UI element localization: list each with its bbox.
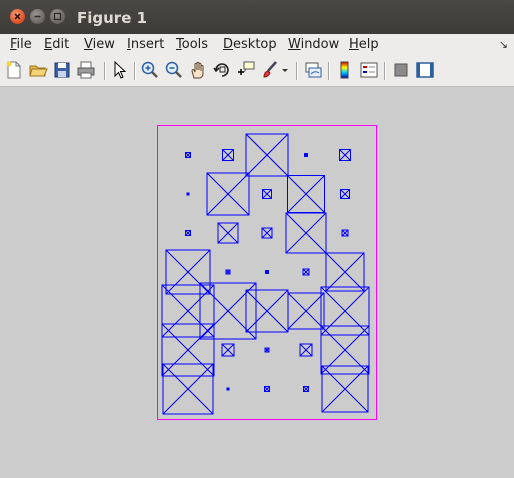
toolbar-separator: [384, 62, 386, 80]
crossed-box-marker: [321, 365, 369, 413]
dock-figure-icon[interactable]: ↘: [499, 38, 508, 51]
hide-plot-tools-icon[interactable]: [391, 60, 411, 80]
menu-label-rest: iew: [92, 37, 115, 52]
crossed-box-marker: [165, 249, 211, 295]
crossed-box-marker: [303, 386, 309, 392]
crossed-box-marker: [339, 149, 351, 161]
menu-label-rest: dit: [52, 37, 70, 52]
brush-icon[interactable]: [260, 60, 280, 80]
toolbar-separator: [328, 62, 330, 80]
crossed-box-marker: [206, 172, 250, 216]
toolbar-separator: [134, 62, 136, 80]
menu-label-rest: esktop: [233, 37, 277, 52]
menu-mnemonic: W: [288, 37, 301, 52]
pan-hand-icon[interactable]: [188, 60, 208, 80]
crossed-box-marker: [264, 386, 270, 392]
crossed-box-marker: [287, 292, 325, 330]
menu-window[interactable]: Window: [288, 37, 339, 52]
crossed-box-marker: [221, 343, 235, 357]
crossed-box-marker: [320, 325, 370, 375]
rotate-3d-icon[interactable]: [212, 60, 232, 80]
close-window-button[interactable]: [10, 9, 25, 24]
colorbar-icon[interactable]: [335, 60, 355, 80]
crossed-box-marker: [161, 284, 215, 338]
menu-mnemonic: D: [223, 37, 234, 52]
brush-dropdown-icon[interactable]: [280, 60, 290, 80]
crossed-box-marker: [340, 189, 350, 199]
new-figure-icon[interactable]: [4, 60, 24, 80]
minimize-icon: [34, 15, 41, 18]
crossed-box-marker: [217, 222, 239, 244]
maximize-icon: [53, 12, 62, 21]
crossed-box-marker: [226, 387, 230, 391]
print-icon[interactable]: [76, 60, 96, 80]
menu-label-rest: ile: [16, 37, 32, 52]
menu-label-rest: ools: [181, 37, 209, 52]
zoom-out-icon[interactable]: [164, 60, 184, 80]
crossed-box-marker: [245, 133, 289, 177]
crossed-box-marker: [325, 252, 365, 292]
open-file-icon[interactable]: [28, 60, 48, 80]
toolbar-separator: [296, 62, 298, 80]
crossed-box-marker: [222, 149, 234, 161]
crossed-box-marker: [299, 343, 313, 357]
legend-icon[interactable]: [359, 60, 379, 80]
menu-help[interactable]: Help: [349, 37, 379, 52]
minimize-window-button[interactable]: [30, 9, 45, 24]
menu-file[interactable]: File: [10, 37, 32, 52]
crossed-box-marker: [287, 175, 325, 213]
show-plot-tools-icon[interactable]: [415, 60, 435, 80]
crossed-box-marker: [185, 152, 191, 158]
crossed-box-marker: [304, 153, 308, 157]
data-cursor-icon[interactable]: [236, 60, 256, 80]
crossed-box-marker: [186, 192, 190, 196]
crossed-box-marker: [302, 268, 310, 276]
menu-insert[interactable]: Insert: [127, 37, 164, 52]
crossed-box-marker: [264, 347, 270, 353]
menu-tools[interactable]: Tools: [176, 37, 208, 52]
window-title: Figure 1: [77, 9, 148, 27]
crossed-box-marker: [265, 270, 269, 274]
crossed-box-marker: [185, 230, 191, 236]
menu-label-rest: nsert: [130, 37, 165, 52]
menu-view[interactable]: View: [84, 37, 115, 52]
crossed-box-marker: [162, 363, 214, 415]
menu-label-rest: indow: [300, 37, 340, 52]
menu-bar: File Edit View Insert Tools Desktop Window Help: [0, 34, 514, 56]
menu-mnemonic: E: [44, 37, 53, 52]
menu-edit[interactable]: Edit: [44, 37, 69, 52]
crossed-box-marker: [161, 323, 215, 377]
figure-toolbar: [0, 56, 514, 87]
crossed-box-marker: [262, 189, 272, 199]
crossed-box-marker: [285, 212, 327, 254]
link-plot-icon[interactable]: [303, 60, 323, 80]
select-arrow-icon[interactable]: [110, 60, 130, 80]
menu-mnemonic: H: [349, 37, 359, 52]
crossed-box-marker: [341, 229, 349, 237]
menu-desktop[interactable]: Desktop: [223, 37, 277, 52]
crossed-box-marker: [245, 289, 289, 333]
box-plot-area[interactable]: [0, 87, 514, 474]
maximize-window-button[interactable]: [50, 9, 65, 24]
crossed-box-marker: [225, 269, 231, 275]
menu-mnemonic: V: [84, 37, 93, 52]
toolbar-separator: [104, 62, 106, 80]
save-icon[interactable]: [52, 60, 72, 80]
figure-canvas[interactable]: [0, 87, 514, 474]
close-icon: [14, 13, 21, 20]
crossed-box-marker: [320, 286, 370, 336]
menu-label-rest: elp: [358, 37, 379, 52]
crossed-box-marker: [261, 227, 273, 239]
zoom-in-icon[interactable]: [140, 60, 160, 80]
window-titlebar[interactable]: Figure 1: [0, 0, 514, 34]
